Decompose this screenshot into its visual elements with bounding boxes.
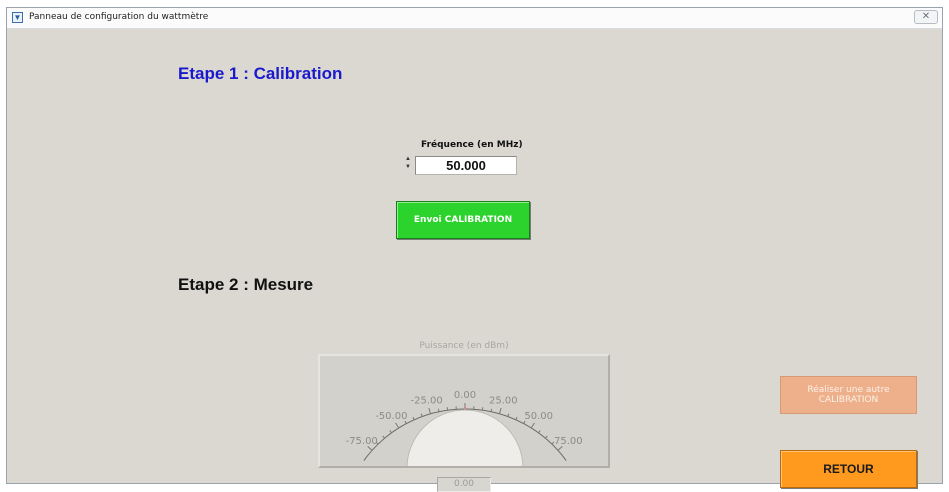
gauge-tick-label: 0.00 bbox=[454, 390, 476, 401]
gauge-tick bbox=[538, 430, 540, 432]
power-readout: 0.00 bbox=[437, 477, 491, 492]
app-icon: ▼ bbox=[12, 12, 23, 23]
gauge-tick bbox=[413, 417, 414, 420]
spinner-down-icon[interactable]: ▼ bbox=[403, 164, 413, 172]
frequency-spinner[interactable]: ▲ ▼ bbox=[403, 156, 413, 176]
step2-heading: Etape 2 : Mesure bbox=[178, 275, 313, 295]
window-title: Panneau de configuration du wattmètre bbox=[29, 12, 208, 22]
send-calibration-button[interactable]: Envoi CALIBRATION bbox=[396, 201, 530, 239]
gauge-tick bbox=[390, 430, 392, 432]
gauge-tick bbox=[438, 409, 439, 412]
frequency-label: Fréquence (en MHz) bbox=[421, 140, 523, 150]
gauge-tick-label: 25.00 bbox=[489, 395, 518, 406]
back-button[interactable]: RETOUR bbox=[780, 450, 917, 488]
gauge-tick bbox=[499, 408, 501, 414]
panel-body: Etape 1 : Calibration Fréquence (en MHz)… bbox=[7, 29, 942, 483]
power-gauge: -75.00 -50.00 -25.00 0.00 25.00 50.00 75.00 bbox=[318, 354, 610, 468]
gauge-tick bbox=[508, 414, 509, 417]
gauge-tick-label: -25.00 bbox=[411, 395, 443, 406]
gauge-tick bbox=[383, 436, 385, 438]
gauge-tick bbox=[491, 409, 492, 412]
gauge-tick bbox=[545, 436, 547, 438]
gauge-tick bbox=[429, 408, 431, 414]
gauge-tick bbox=[421, 414, 422, 417]
spinner-up-icon[interactable]: ▲ bbox=[403, 156, 413, 164]
gauge-tick-label: -50.00 bbox=[375, 411, 407, 422]
gauge-tick-label: -75.00 bbox=[346, 436, 378, 447]
gauge-label: Puissance (en dBm) bbox=[381, 341, 547, 351]
gauge-tick-label: 50.00 bbox=[524, 411, 553, 422]
title-bar: ▼ Panneau de configuration du wattmètre … bbox=[7, 8, 942, 29]
frequency-input[interactable]: 50.000 bbox=[415, 156, 517, 175]
wattmeter-config-window: ▼ Panneau de configuration du wattmètre … bbox=[6, 7, 943, 484]
gauge-tick bbox=[531, 423, 534, 428]
close-button[interactable]: ✕ bbox=[914, 10, 938, 24]
recalibrate-button[interactable]: Réaliser une autre CALIBRATION bbox=[780, 376, 917, 414]
gauge-hub bbox=[407, 410, 523, 466]
gauge-tick-label: 75.00 bbox=[554, 436, 583, 447]
step1-heading: Etape 1 : Calibration bbox=[178, 64, 342, 84]
gauge-tick bbox=[516, 417, 517, 420]
gauge-dial: -75.00 -50.00 -25.00 0.00 25.00 50.00 75.00 bbox=[320, 356, 608, 466]
gauge-tick bbox=[396, 423, 399, 428]
